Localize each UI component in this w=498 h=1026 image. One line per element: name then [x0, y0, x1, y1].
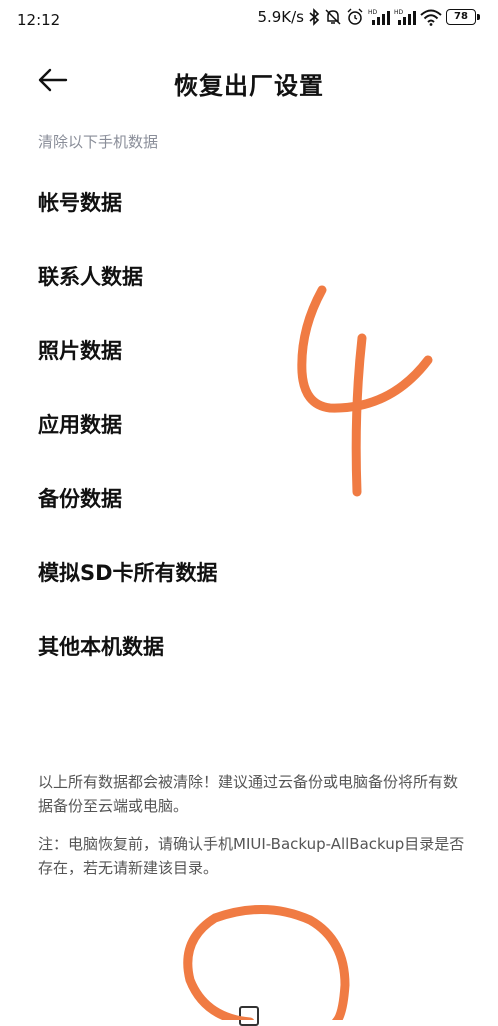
handwritten-circle	[183, 905, 350, 1020]
list-item-app-data[interactable]: 应用数据	[0, 387, 498, 461]
mute-icon	[324, 8, 342, 26]
list-item-label: 联系人数据	[38, 265, 143, 289]
data-list: 帐号数据 联系人数据 照片数据 应用数据 备份数据 模拟SD卡所有数据 其他本机…	[0, 165, 498, 683]
battery-icon: 78	[446, 9, 480, 25]
notes: 以上所有数据都会被清除！建议通过云备份或电脑备份将所有数据备份至云端或电脑。 注…	[38, 770, 468, 894]
alarm-icon	[346, 8, 364, 26]
list-item-label: 备份数据	[38, 487, 122, 511]
list-item-contacts-data[interactable]: 联系人数据	[0, 239, 498, 313]
list-item-backup-data[interactable]: 备份数据	[0, 461, 498, 535]
top-bar: 恢复出厂设置	[0, 52, 498, 108]
list-item-account-data[interactable]: 帐号数据	[0, 165, 498, 239]
hd-signal-icon: HD	[368, 8, 390, 26]
page-title: 恢复出厂设置	[174, 72, 324, 100]
list-item-other-data[interactable]: 其他本机数据	[0, 609, 498, 683]
clear-button-icon[interactable]	[239, 1006, 259, 1026]
warning-note: 以上所有数据都会被清除！建议通过云备份或电脑备份将所有数据备份至云端或电脑。	[38, 773, 459, 815]
hd-signal-icon: HD	[394, 8, 416, 26]
list-item-sd-card-data[interactable]: 模拟SD卡所有数据	[0, 535, 498, 609]
section-label: 清除以下手机数据	[38, 133, 159, 151]
list-item-label: 帐号数据	[38, 191, 122, 215]
list-item-label: 照片数据	[38, 339, 122, 363]
status-bar: 12:12 5.9K/s HD HD 78	[0, 0, 498, 40]
list-item-label: 应用数据	[38, 413, 122, 437]
status-time: 12:12	[17, 11, 61, 29]
hint-note: 注：电脑恢复前，请确认手机MIUI-Backup-AllBackup目录是否存在…	[38, 835, 465, 877]
wifi-icon	[420, 8, 442, 26]
svg-text:HD: HD	[368, 9, 378, 16]
status-icons: 5.9K/s HD HD 78	[257, 8, 480, 26]
bluetooth-icon	[308, 8, 320, 26]
list-item-label: 模拟SD卡所有数据	[38, 561, 218, 585]
svg-text:HD: HD	[394, 9, 404, 16]
network-speed: 5.9K/s	[257, 8, 304, 26]
list-item-label: 其他本机数据	[38, 635, 164, 659]
list-item-photo-data[interactable]: 照片数据	[0, 313, 498, 387]
